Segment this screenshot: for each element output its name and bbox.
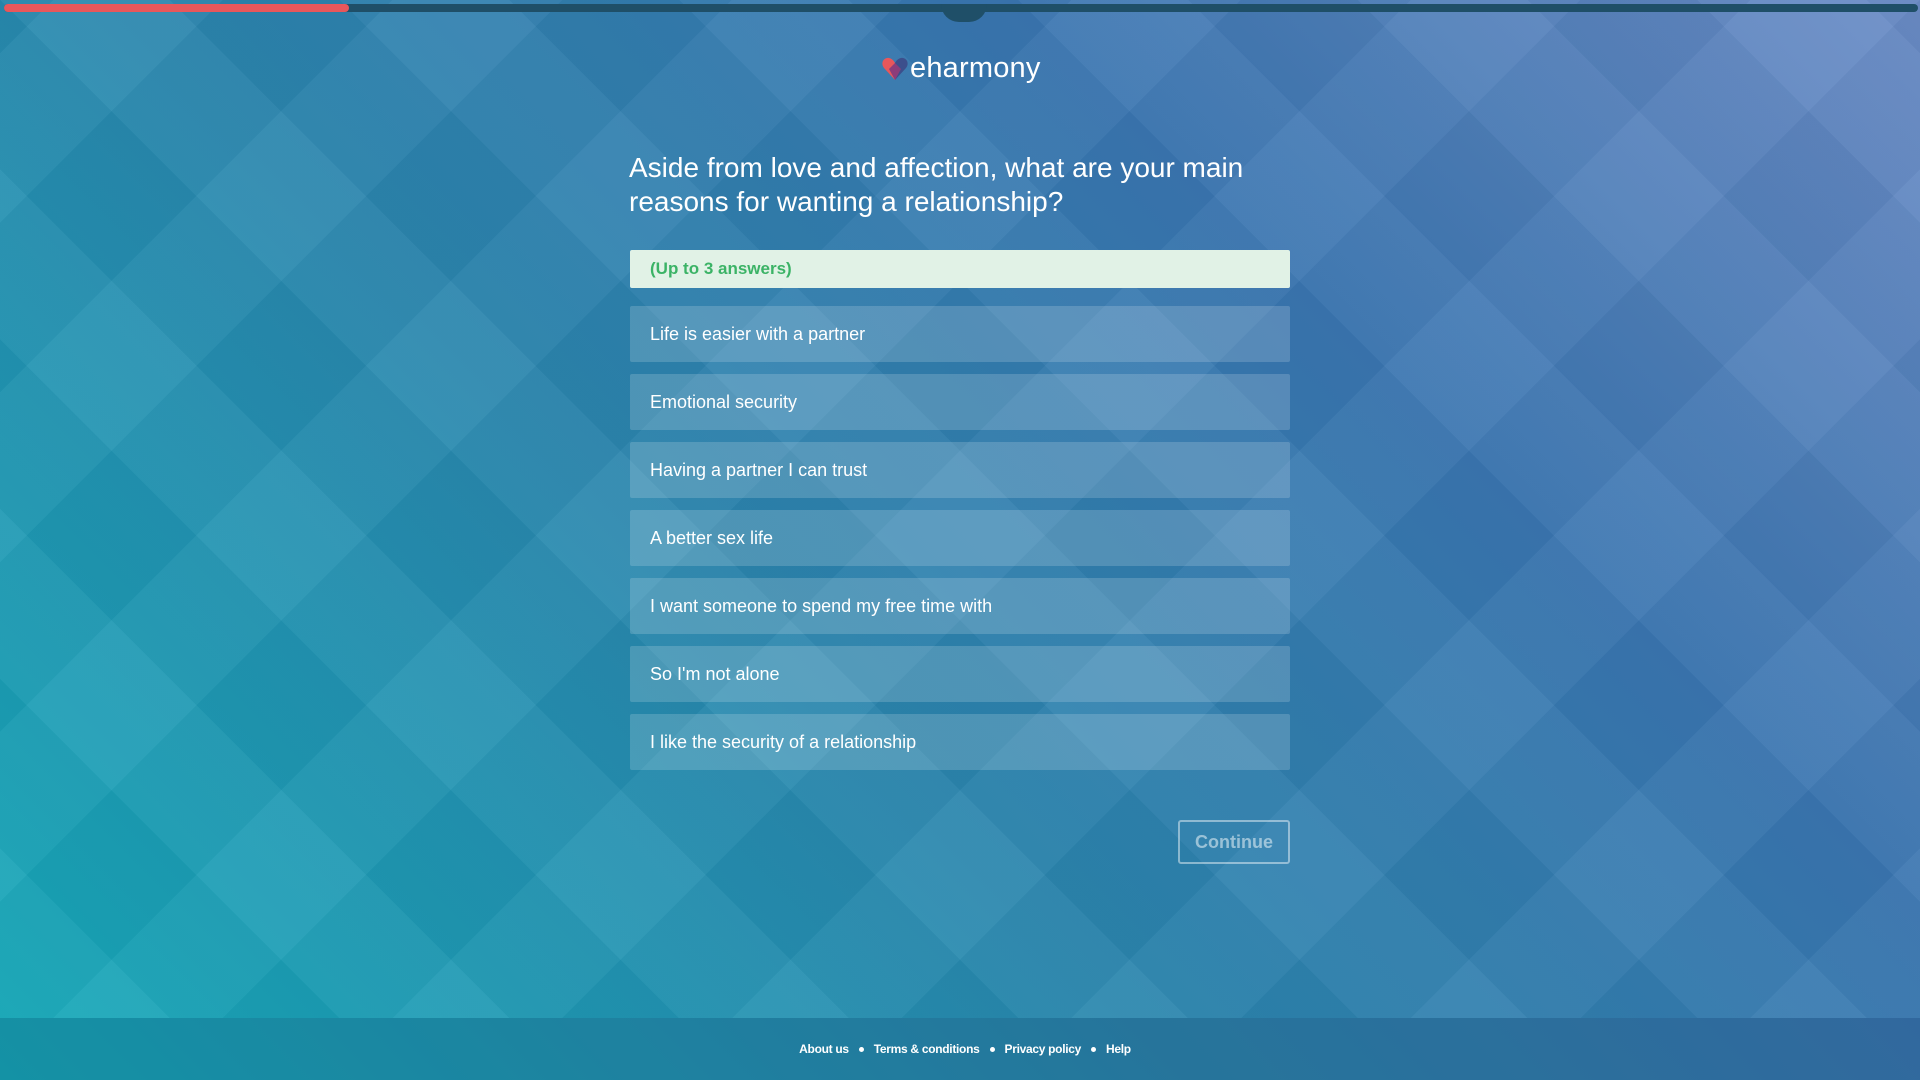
footer-separator-dot: [858, 1046, 864, 1052]
footer-separator-dot: [989, 1046, 995, 1052]
answer-option-better-sex-life[interactable]: A better sex life: [630, 510, 1290, 566]
progress-bar: [4, 4, 1918, 22]
footer-link-about-us[interactable]: About us: [799, 1042, 849, 1056]
answer-limit-hint: (Up to 3 answers): [630, 250, 1290, 288]
footer-link-terms[interactable]: Terms & conditions: [874, 1042, 980, 1056]
footer: About us Terms & conditions Privacy poli…: [0, 1018, 1920, 1080]
answer-option-life-easier[interactable]: Life is easier with a partner: [630, 306, 1290, 362]
footer-links: About us Terms & conditions Privacy poli…: [799, 1042, 1131, 1056]
answer-option-emotional-security[interactable]: Emotional security: [630, 374, 1290, 430]
progress-bar-fill: [4, 4, 349, 12]
footer-link-help[interactable]: Help: [1106, 1042, 1131, 1056]
answer-option-security-relationship[interactable]: I like the security of a relationship: [630, 714, 1290, 770]
brand-name: eharmony: [910, 52, 1041, 84]
footer-separator-dot: [1091, 1046, 1097, 1052]
progress-knob: [941, 4, 987, 22]
brand-logo: eharmony: [882, 52, 1041, 85]
heart-logo-icon: [882, 57, 908, 81]
continue-button[interactable]: Continue: [1178, 820, 1290, 864]
answer-options-list: Life is easier with a partner Emotional …: [630, 306, 1290, 782]
footer-link-privacy[interactable]: Privacy policy: [1005, 1042, 1082, 1056]
answer-option-free-time[interactable]: I want someone to spend my free time wit…: [630, 578, 1290, 634]
answer-option-not-alone[interactable]: So I'm not alone: [630, 646, 1290, 702]
question-title: Aside from love and affection, what are …: [629, 152, 1244, 217]
answer-option-partner-trust[interactable]: Having a partner I can trust: [630, 442, 1290, 498]
